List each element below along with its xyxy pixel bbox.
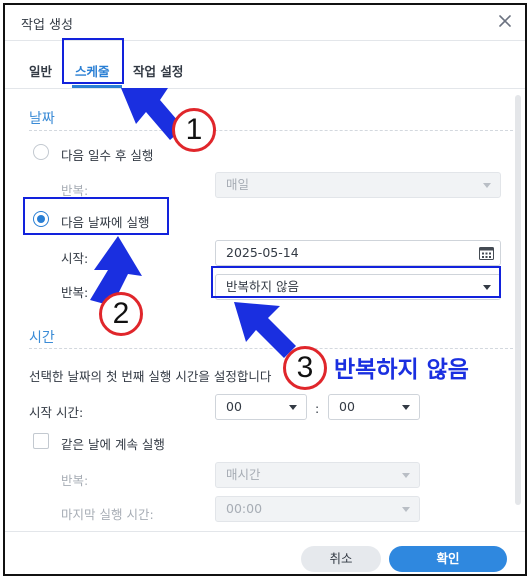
time-section-divider <box>29 348 513 349</box>
time-separator: : <box>315 401 320 416</box>
schedule-panel: 날짜 다음 일수 후 실행 반복: 매일 다음 날짜에 실행 시작: 2025-… <box>5 90 513 530</box>
start-hour-select[interactable]: 00 <box>215 394 307 420</box>
calendar-icon[interactable] <box>479 246 494 260</box>
active-tab-underline <box>72 85 122 88</box>
dialog-title: 작업 생성 <box>21 18 73 33</box>
repeat-select-days-value: 매일 <box>226 177 250 192</box>
dialog-titlebar: 작업 생성 <box>5 5 525 41</box>
tab-general[interactable]: 일반 <box>29 61 52 80</box>
date-section-divider <box>29 130 513 131</box>
annotation-callout-text: 반복하지 않음 <box>334 357 469 383</box>
start-date-label: 시작: <box>61 251 89 266</box>
repeat-label-date: 반복: <box>61 285 89 300</box>
chevron-down-icon <box>402 473 410 478</box>
annotation-marker-3: 3 <box>283 346 327 390</box>
start-minute-value: 00 <box>339 399 355 414</box>
start-time-label: 시작 시간: <box>29 405 84 420</box>
dialog-footer: 취소 확인 <box>5 531 525 574</box>
repeat-label-time: 반복: <box>61 473 89 488</box>
repeat-select-time[interactable]: 매시간 <box>215 462 420 488</box>
radio-run-after-days[interactable] <box>33 144 49 160</box>
annotation-marker-2: 2 <box>99 292 143 336</box>
annotation-marker-1: 1 <box>172 108 216 152</box>
chevron-down-icon <box>483 183 491 188</box>
start-date-value: 2025-05-14 <box>226 245 299 260</box>
cancel-button[interactable]: 취소 <box>301 546 381 572</box>
last-run-label: 마지막 실행 시간: <box>61 507 154 522</box>
highlight-box-run-on-date <box>23 197 169 235</box>
last-run-select[interactable]: 00:00 <box>215 496 420 522</box>
chevron-down-icon <box>402 507 410 512</box>
confirm-button[interactable]: 확인 <box>389 546 507 572</box>
time-description: 선택한 날짜의 첫 번째 실행 시간을 설정합니다 <box>29 369 272 384</box>
start-hour-value: 00 <box>226 399 242 414</box>
scrollbar[interactable] <box>515 95 521 505</box>
repeat-select-days[interactable]: 매일 <box>215 172 501 198</box>
chevron-down-icon <box>289 405 297 410</box>
start-minute-select[interactable]: 00 <box>328 394 420 420</box>
start-date-input[interactable]: 2025-05-14 <box>215 240 501 266</box>
continue-same-day-checkbox[interactable] <box>33 433 49 449</box>
last-run-value: 00:00 <box>226 501 263 516</box>
option-run-after-days-label: 다음 일수 후 실행 <box>61 148 154 163</box>
time-section-title: 시간 <box>29 330 55 346</box>
tab-task-settings[interactable]: 작업 설정 <box>133 61 183 80</box>
close-icon[interactable] <box>495 11 515 31</box>
chevron-down-icon <box>402 405 410 410</box>
continue-same-day-label: 같은 날에 계속 실행 <box>61 437 165 452</box>
highlight-box-repeat-select <box>211 266 501 298</box>
repeat-select-time-value: 매시간 <box>226 467 261 482</box>
date-section-title: 날짜 <box>29 111 55 127</box>
highlight-box-schedule-tab <box>62 38 124 84</box>
